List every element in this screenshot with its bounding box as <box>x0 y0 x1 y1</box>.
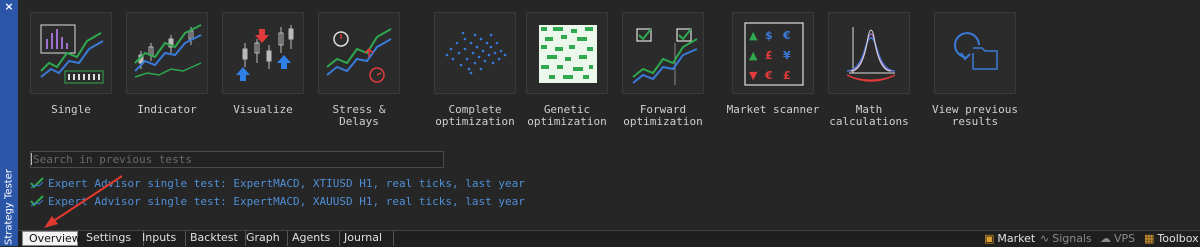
mode-label-forward-optimization: Forward optimization <box>623 103 703 128</box>
svg-text:¥: ¥ <box>783 49 791 62</box>
recent-test-link[interactable]: Expert Advisor single test: ExpertMACD, … <box>30 177 525 191</box>
mode-tile-market-scanner[interactable]: ▲ $ € ▲ £ ¥ ▼ € £ <box>732 12 814 94</box>
market-label: Market <box>997 232 1036 245</box>
signals-label: Signals <box>1052 232 1092 245</box>
market-link[interactable]: ▣ Market <box>984 231 1035 246</box>
panel-title: Strategy Tester <box>3 169 15 245</box>
view-previous-results-icon <box>954 32 998 70</box>
mode-tile-visualize[interactable] <box>222 12 304 94</box>
tab-inputs[interactable]: Inputs <box>136 231 186 246</box>
market-scanner-icon: ▲ $ € ▲ £ ¥ ▼ € £ <box>744 22 804 86</box>
genetic-optimization-icon <box>539 25 597 83</box>
mode-label-view-previous-results: View previous results <box>931 103 1019 128</box>
tab-journal[interactable]: Journal <box>338 231 394 246</box>
recent-test-text: Expert Advisor single test: ExpertMACD, … <box>48 195 525 208</box>
market-bag-icon: ▣ <box>984 232 995 245</box>
svg-text:£: £ <box>783 69 791 82</box>
text-caret <box>31 153 32 165</box>
tab-overview[interactable]: Overview <box>22 231 81 246</box>
single-test-icon <box>40 24 104 84</box>
signals-icon: ∿ <box>1040 232 1050 245</box>
mode-label-math-calculations: Math calculations <box>829 103 909 128</box>
mode-tile-single[interactable] <box>30 12 112 94</box>
forward-optimization-icon <box>632 28 698 85</box>
math-calculations-icon <box>846 27 896 82</box>
stress-delays-icon <box>326 28 392 83</box>
svg-text:▼: ▼ <box>749 69 758 82</box>
signals-link[interactable]: ∿ Signals <box>1040 231 1092 246</box>
bottom-links: ▣ Market ∿ Signals ☁ VPS ▦ Toolbox <box>978 231 1199 246</box>
tab-graph[interactable]: Graph <box>240 231 288 246</box>
svg-text:£: £ <box>765 49 773 62</box>
search-input[interactable] <box>30 151 444 168</box>
mode-tile-genetic-optimization[interactable] <box>526 12 608 94</box>
vps-cloud-icon: ☁ <box>1100 232 1111 245</box>
complete-optimization-icon <box>445 31 507 75</box>
mode-tile-forward-optimization[interactable] <box>622 12 704 94</box>
mode-tile-indicator[interactable] <box>126 12 208 94</box>
check-chart-icon <box>30 177 44 189</box>
vps-label: VPS <box>1114 232 1136 245</box>
toolbox-label: Toolbox <box>1157 232 1199 245</box>
tab-backtest[interactable]: Backtest <box>184 231 246 246</box>
close-icon[interactable]: × <box>3 1 15 13</box>
mode-tile-math-calculations[interactable] <box>828 12 910 94</box>
svg-text:€: € <box>782 29 791 42</box>
svg-text:€: € <box>764 69 773 82</box>
svg-text:▲: ▲ <box>749 49 758 62</box>
mode-tile-view-previous-results[interactable] <box>934 12 1016 94</box>
check-chart-icon <box>30 195 44 207</box>
strategy-tester-strip: × Strategy Tester <box>0 0 18 246</box>
recent-test-text: Expert Advisor single test: ExpertMACD, … <box>48 177 525 190</box>
mode-tile-complete-optimization[interactable] <box>434 12 516 94</box>
recent-test-link[interactable]: Expert Advisor single test: ExpertMACD, … <box>30 195 525 209</box>
svg-text:$: $ <box>765 29 773 42</box>
svg-text:▲: ▲ <box>749 29 758 42</box>
toolbox-link[interactable]: ▦ Toolbox <box>1144 231 1199 246</box>
tab-agents[interactable]: Agents <box>286 231 340 246</box>
mode-label-stress-delays: Stress & Delays <box>332 103 386 128</box>
indicator-icon <box>134 24 202 78</box>
mode-tile-stress-delays[interactable] <box>318 12 400 94</box>
toolbox-icon: ▦ <box>1144 232 1155 245</box>
visualize-icon <box>236 25 294 81</box>
vps-link[interactable]: ☁ VPS <box>1100 231 1135 246</box>
tab-settings[interactable]: Settings <box>80 231 144 246</box>
